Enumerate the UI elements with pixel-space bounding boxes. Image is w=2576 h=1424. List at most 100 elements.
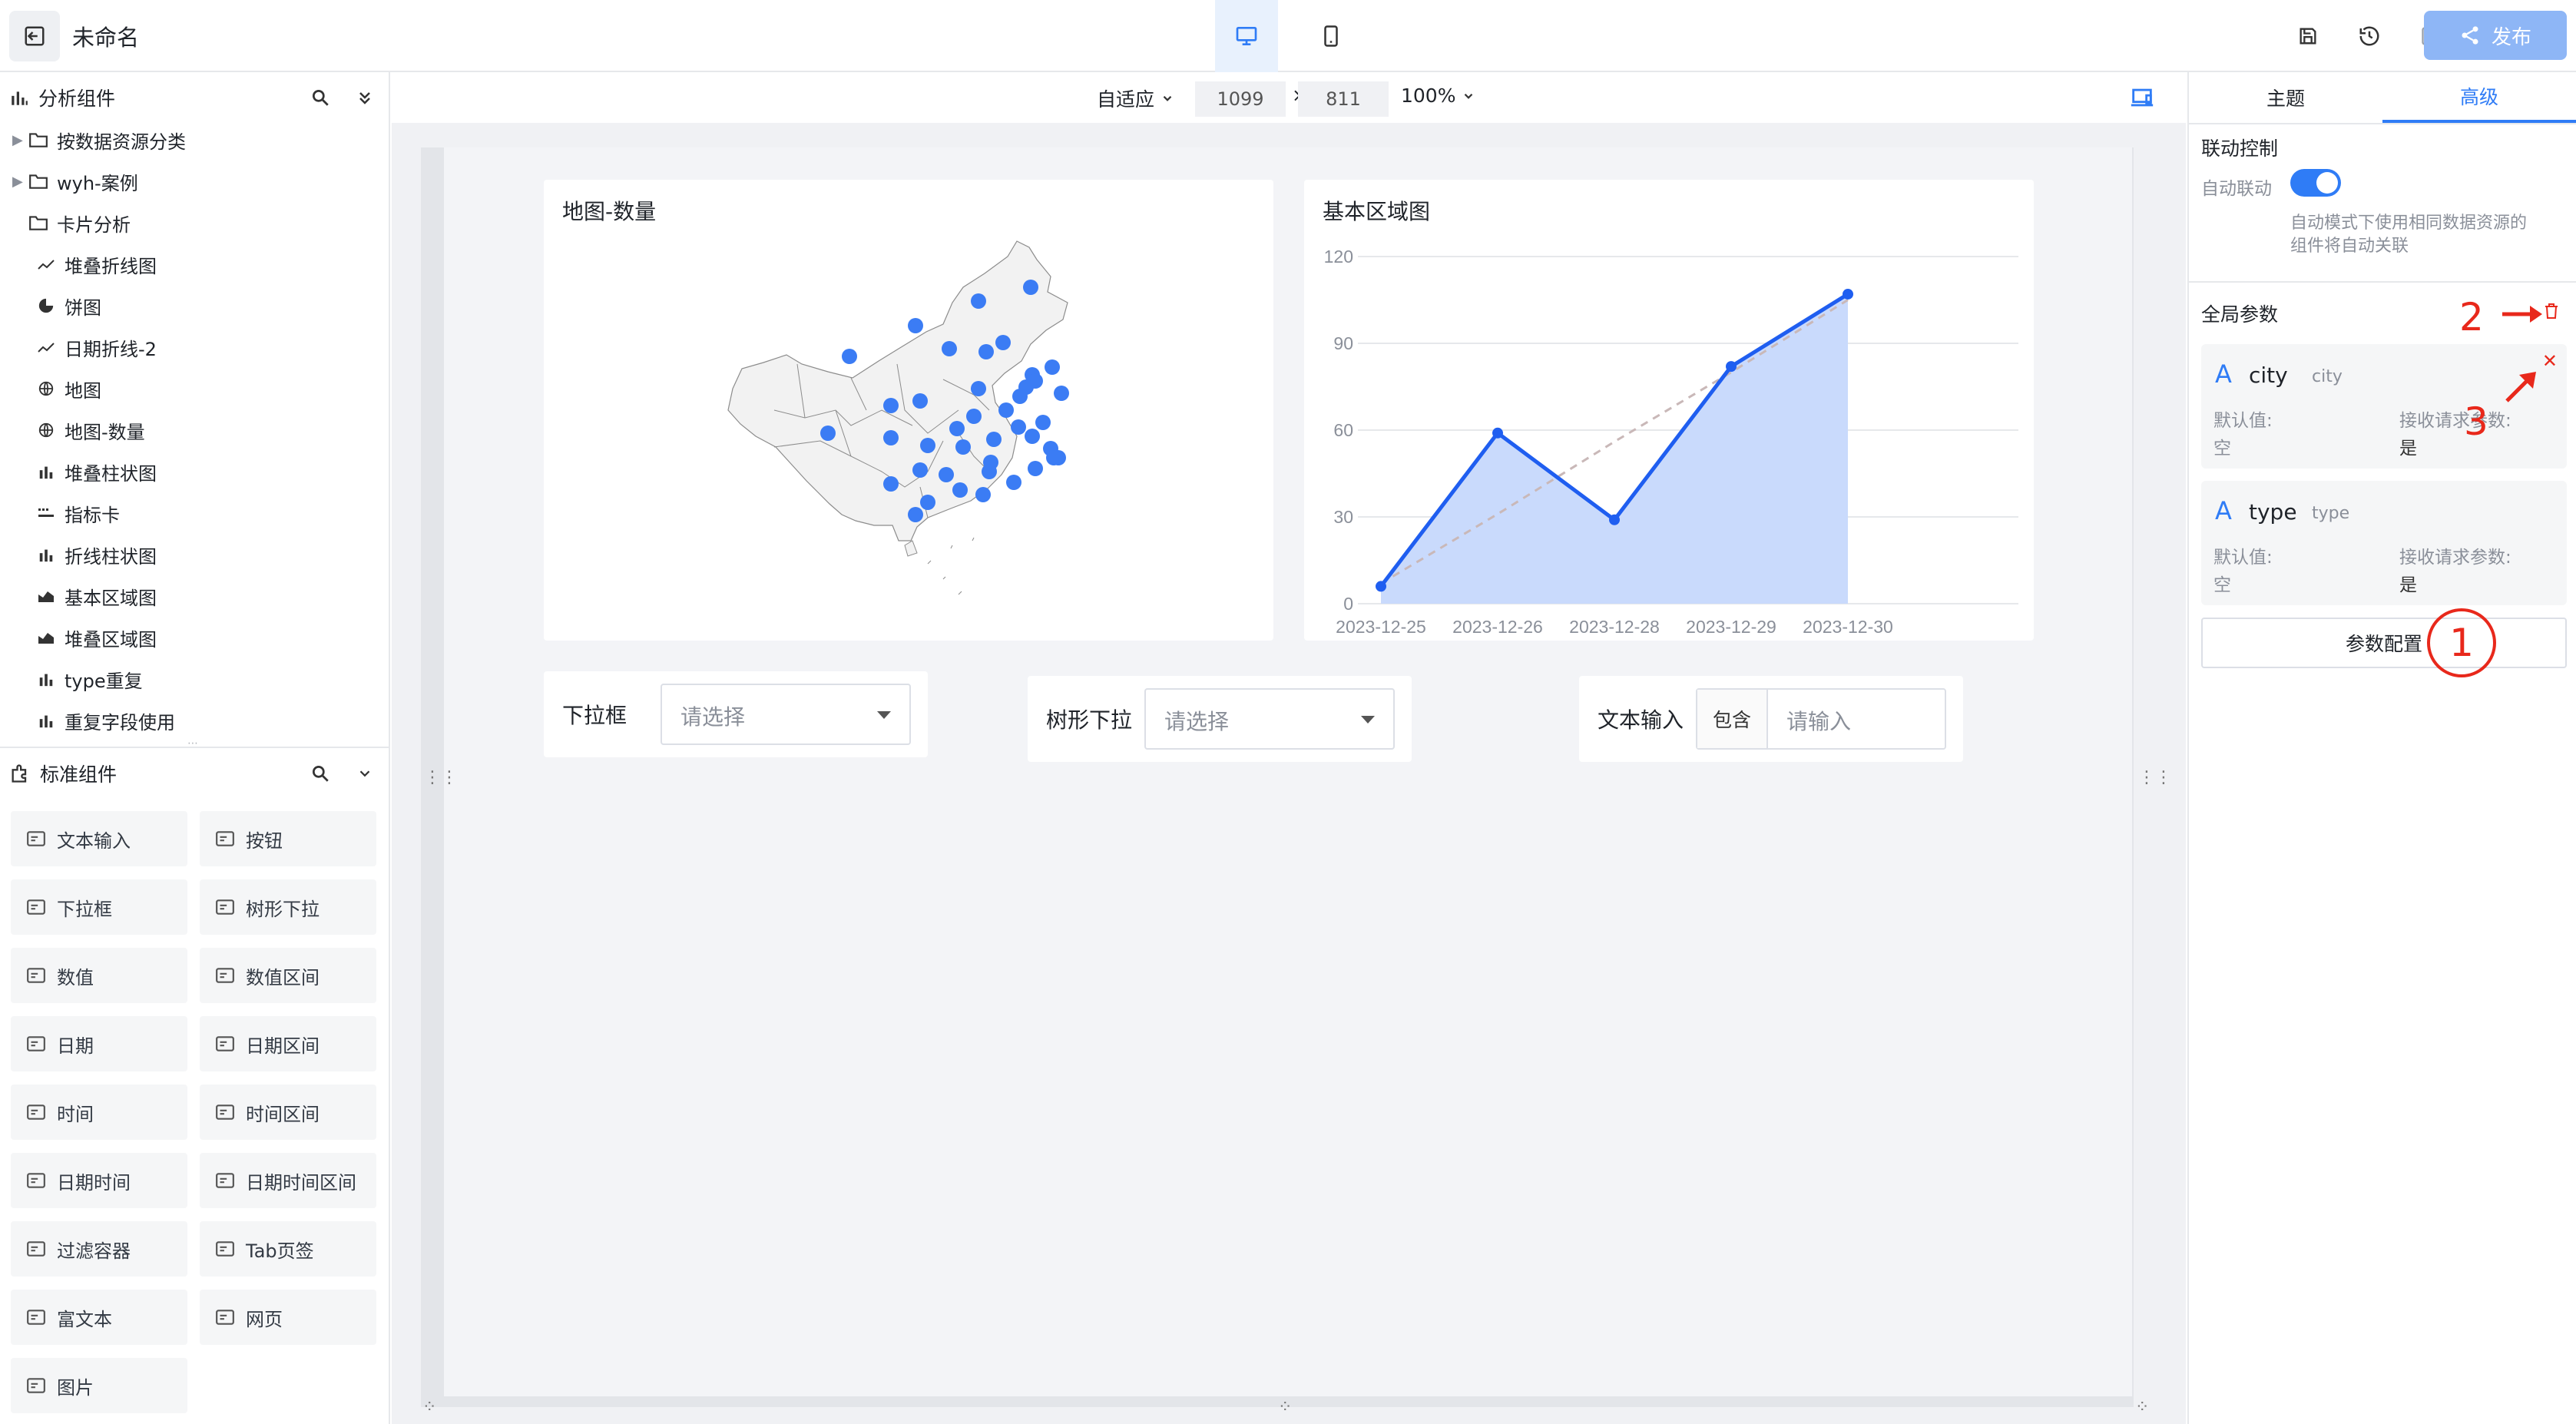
map-point[interactable] [1028,461,1043,476]
tree-item[interactable]: 地图 [0,368,101,409]
collapse-standard-button[interactable] [352,760,378,787]
match-mode-select[interactable]: 包含 [1697,690,1768,748]
component-button[interactable]: 数值区间 [200,948,376,1003]
history-button[interactable] [2353,20,2386,52]
mobile-view-button[interactable] [1300,0,1362,72]
param-card[interactable]: Acity city 默认值: 空 接收请求参数: 是 ✕ [2201,344,2567,469]
component-button[interactable]: 网页 [200,1290,376,1345]
map-point[interactable] [1011,419,1026,435]
tab-advanced[interactable]: 高级 [2382,72,2576,123]
map-point[interactable] [908,507,923,522]
map-point[interactable] [920,495,935,510]
area-chart-card[interactable]: 基本区域图 0 30 60 90 120 2023-12-25 2023-12-26 2023… [1304,180,2034,641]
expand-arrow-icon[interactable]: ▶ [12,132,28,148]
map-point[interactable] [912,462,928,478]
tree-item[interactable]: 卡片分析 [0,202,131,243]
component-button[interactable]: 日期时间 [11,1153,187,1208]
component-button[interactable]: 下拉框 [11,879,187,935]
component-button[interactable]: Tab页签 [200,1221,376,1277]
tree-item[interactable]: 基本区域图 [0,575,157,617]
back-button[interactable] [9,11,60,61]
device-preview-button[interactable] [2129,84,2155,114]
tree-item[interactable]: type重复 [0,658,143,700]
tree-item[interactable]: 饼图 [0,285,101,326]
map-point[interactable] [883,430,899,445]
map-point[interactable] [908,318,923,333]
auto-link-toggle[interactable] [2290,169,2341,197]
map-point[interactable] [966,409,982,424]
data-point[interactable] [1609,514,1620,525]
map-point[interactable] [1035,415,1051,430]
canvas-height-input[interactable]: 811 [1298,81,1389,117]
area-chart[interactable]: 0 30 60 90 120 2023-12-25 2023-12-26 2023-12-28… [1304,180,2034,641]
tree-item[interactable]: 日期折线-2 [0,326,157,368]
document-title[interactable]: 未命名 [72,20,139,52]
fit-mode-select[interactable]: 自适应 [1097,84,1174,112]
text-input-filter-card[interactable]: 文本输入 包含 请输入 [1579,676,1963,762]
tree-item[interactable]: 堆叠柱状图 [0,451,157,492]
left-resize-handle[interactable]: ⋮⋮ [424,768,458,787]
desktop-view-button[interactable] [1215,0,1278,72]
component-button[interactable]: 文本输入 [11,811,187,866]
component-button[interactable]: 日期 [11,1016,187,1071]
map-point[interactable] [1006,475,1021,490]
component-button[interactable]: 树形下拉 [200,879,376,935]
param-card[interactable]: Atype type 默认值: 空 接收请求参数: 是 [2201,481,2567,605]
tree-item[interactable]: 指标卡 [0,492,120,534]
map-point[interactable] [998,402,1014,418]
map-point[interactable] [952,482,968,498]
search-standard-button[interactable] [307,760,333,787]
component-button[interactable]: 日期时间区间 [200,1153,376,1208]
component-button[interactable]: 时间 [11,1085,187,1140]
map-point[interactable] [955,439,971,455]
dropdown-filter-card[interactable]: 下拉框 请选择 [544,671,928,757]
tree-item[interactable]: 重复字段使用 [0,700,175,741]
map-point[interactable] [995,335,1011,350]
data-point[interactable] [1843,288,1853,300]
map-point[interactable] [1046,450,1061,465]
map-point[interactable] [982,464,997,479]
dropdown-select[interactable]: 请选择 [661,684,911,745]
data-point[interactable] [1492,427,1503,439]
map-point[interactable] [912,393,928,409]
tree-item[interactable]: ▶ 按数据资源分类 [0,119,186,161]
right-resize-handle[interactable]: ⋮⋮ [2138,768,2172,787]
map-point[interactable] [1045,359,1060,375]
canvas-width-input[interactable]: 1099 [1195,81,1286,117]
search-analysis-button[interactable] [307,84,333,111]
bottom-resize-handle[interactable]: ⁘ [1278,1398,1292,1417]
publish-button[interactable]: 发布 [2424,11,2567,60]
corner-resize-handle-left[interactable]: ⁘ [422,1398,436,1417]
china-map[interactable] [544,180,1273,641]
tree-item[interactable]: 地图-数量 [0,409,145,451]
tree-item[interactable]: 堆叠折线图 [0,243,157,285]
map-point[interactable] [942,341,957,356]
tree-item[interactable]: ▶ wyh-案例 [0,161,138,202]
expand-arrow-icon[interactable]: ▶ [12,174,28,190]
tree-dropdown-filter-card[interactable]: 树形下拉 请选择 [1028,676,1412,762]
tree-dropdown-select[interactable]: 请选择 [1144,688,1395,750]
component-button[interactable]: 数值 [11,948,187,1003]
component-button[interactable]: 时间区间 [200,1085,376,1140]
param-config-button[interactable]: 参数配置 [2201,618,2567,668]
map-point[interactable] [1012,389,1028,404]
map-point[interactable] [842,349,857,364]
map-point[interactable] [986,432,1002,447]
collapse-analysis-button[interactable] [352,84,378,111]
map-point[interactable] [1054,386,1069,401]
zoom-select[interactable]: 100% [1401,84,1475,107]
close-param-icon[interactable]: ✕ [2542,350,2558,372]
save-button[interactable] [2292,20,2324,52]
map-point[interactable] [949,421,965,436]
component-button[interactable]: 日期区间 [200,1016,376,1071]
tab-theme[interactable]: 主题 [2189,72,2382,123]
map-point[interactable] [883,398,899,413]
map-point[interactable] [978,344,994,359]
map-point[interactable] [883,476,899,492]
corner-resize-handle-right[interactable]: ⁘ [2135,1398,2149,1417]
component-button[interactable]: 富文本 [11,1290,187,1345]
map-point[interactable] [971,293,986,309]
component-button[interactable]: 过滤容器 [11,1221,187,1277]
map-point[interactable] [939,467,954,482]
map-point[interactable] [1023,280,1038,295]
